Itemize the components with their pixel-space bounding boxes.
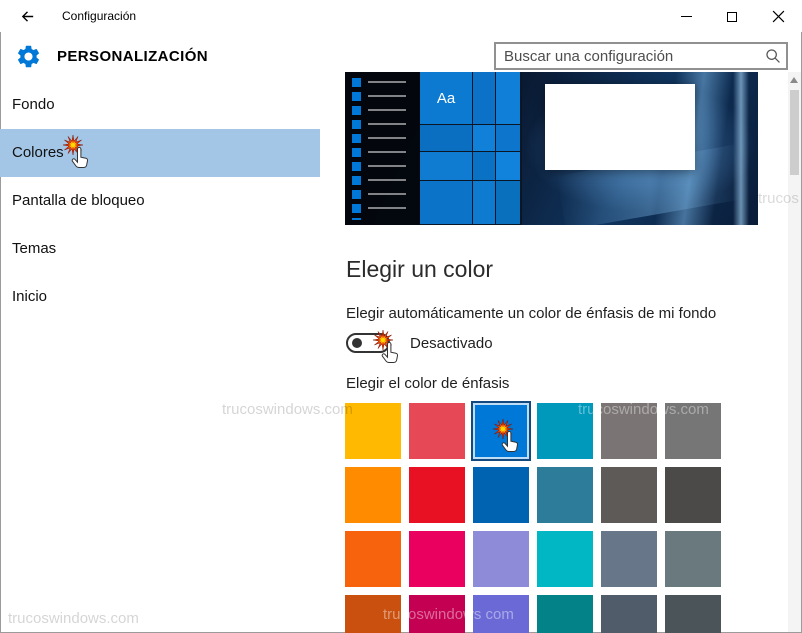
accent-swatch-2-5[interactable]	[665, 531, 721, 587]
toggle-state-label: Desactivado	[410, 335, 493, 352]
scrollbar-thumb[interactable]	[790, 90, 799, 175]
accent-swatch-3-2[interactable]	[473, 595, 529, 633]
accent-swatch-1-4[interactable]	[601, 467, 657, 523]
section-title: Elegir un color	[346, 256, 493, 283]
search-input[interactable]	[496, 44, 760, 68]
back-button[interactable]	[12, 6, 42, 26]
settings-gear-icon	[15, 43, 42, 70]
settings-window: Configuración PERSONALIZACIÓN	[0, 0, 802, 633]
accent-swatch-3-4[interactable]	[601, 595, 657, 633]
scrollbar-up-button[interactable]	[790, 75, 799, 85]
preview-aa-label: Aa	[437, 90, 455, 107]
wallpaper-beam	[733, 72, 749, 225]
watermark: trucoswindows.com	[222, 401, 353, 418]
maximize-button[interactable]	[709, 1, 755, 32]
accent-swatch-3-5[interactable]	[665, 595, 721, 633]
auto-accent-label: Elegir automáticamente un color de énfas…	[346, 305, 716, 322]
accent-swatch-0-2[interactable]	[473, 403, 529, 459]
preview-menu-lines	[368, 81, 406, 221]
accent-swatch-1-3[interactable]	[537, 467, 593, 523]
auto-accent-toggle[interactable]	[346, 333, 390, 353]
sidebar-item-fondo[interactable]: Fondo	[0, 81, 320, 129]
scrollbar-track[interactable]	[788, 72, 801, 632]
back-arrow-icon	[19, 8, 36, 25]
accent-swatch-0-5[interactable]	[665, 403, 721, 459]
page-title: PERSONALIZACIÓN	[57, 48, 208, 65]
sidebar-item-inicio[interactable]: Inicio	[0, 273, 320, 321]
titlebar: Configuración	[0, 0, 802, 32]
preview-start-menu	[345, 72, 420, 225]
minimize-icon	[681, 16, 692, 17]
accent-swatch-3-3[interactable]	[537, 595, 593, 633]
close-icon	[772, 10, 785, 23]
theme-preview-image: Aa	[345, 72, 758, 225]
accent-swatch-1-2[interactable]	[473, 467, 529, 523]
search-icon[interactable]	[760, 44, 786, 68]
watermark: trucoswindows.com	[8, 610, 139, 627]
preview-tile-column	[352, 78, 361, 220]
close-button[interactable]	[755, 1, 801, 32]
accent-swatch-3-1[interactable]	[409, 595, 465, 633]
accent-swatch-3-0[interactable]	[345, 595, 401, 633]
accent-swatch-0-1[interactable]	[409, 403, 465, 459]
sidebar: Fondo Colores Pantalla de bloqueo Temas …	[0, 81, 320, 321]
toggle-knob	[352, 338, 362, 348]
preview-tile-grid: Aa	[420, 72, 522, 225]
accent-swatch-0-3[interactable]	[537, 403, 593, 459]
accent-swatch-2-3[interactable]	[537, 531, 593, 587]
accent-swatch-1-5[interactable]	[665, 467, 721, 523]
accent-swatch-2-2[interactable]	[473, 531, 529, 587]
accent-swatch-1-1[interactable]	[409, 467, 465, 523]
search-box	[494, 42, 788, 70]
accent-swatch-0-4[interactable]	[601, 403, 657, 459]
accent-swatch-2-0[interactable]	[345, 531, 401, 587]
accent-swatch-0-0[interactable]	[345, 403, 401, 459]
sidebar-item-pantalla-de-bloqueo[interactable]: Pantalla de bloqueo	[0, 177, 320, 225]
accent-picker-label: Elegir el color de énfasis	[346, 375, 509, 392]
accent-swatch-1-0[interactable]	[345, 467, 401, 523]
maximize-icon	[727, 12, 737, 22]
preview-app-window	[545, 84, 695, 170]
sidebar-item-colores[interactable]: Colores	[0, 129, 320, 177]
minimize-button[interactable]	[663, 1, 709, 32]
accent-swatch-2-1[interactable]	[409, 531, 465, 587]
sidebar-item-temas[interactable]: Temas	[0, 225, 320, 273]
accent-swatch-2-4[interactable]	[601, 531, 657, 587]
window-controls	[663, 1, 801, 32]
accent-color-grid	[345, 403, 721, 633]
window-title: Configuración	[62, 9, 136, 23]
